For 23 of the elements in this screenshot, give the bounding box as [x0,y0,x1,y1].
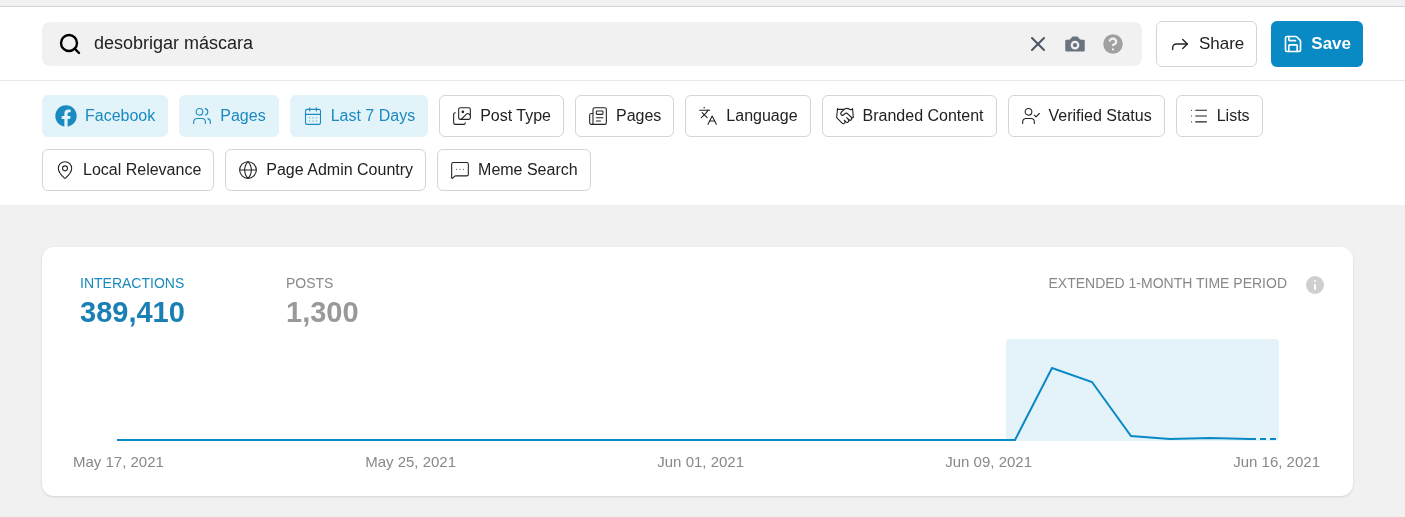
axis-label: Jun 16, 2021 [1233,452,1320,472]
search-text: desobrigar máscara [94,32,255,55]
filter-chip[interactable]: Local Relevance [42,149,215,191]
filter-chip[interactable]: Verified Status [1007,95,1165,137]
metric-label[interactable]: POSTS [286,273,359,294]
period-note: EXTENDED 1-MONTH TIME PERIOD [1048,274,1287,293]
axis-label: May 17, 2021 [73,452,164,472]
filter-chip[interactable]: Language [685,95,811,137]
axis-label: May 25, 2021 [365,452,457,472]
filter-chip[interactable]: Lists [1175,95,1263,137]
filter-chip[interactable]: Post Type [439,95,564,137]
axis-label: Jun 01, 2021 [657,452,745,472]
filter-chip[interactable]: Page Admin Country [225,149,427,191]
metric-value: 389,410 [80,295,186,330]
metric-value: 1,300 [286,295,359,330]
metric-label[interactable]: INTERACTIONS [80,273,286,294]
search-field[interactable]: desobrigar máscara [42,21,1142,66]
axis-label: Jun 09, 2021 [945,452,1032,472]
filter-chip[interactable]: Meme Search [437,149,591,191]
filter-chip[interactable]: Pages [575,95,675,137]
filter-chip[interactable]: Branded Content [821,95,997,137]
share-button[interactable]: Share [1155,20,1258,67]
save-button[interactable]: Save [1271,20,1363,67]
